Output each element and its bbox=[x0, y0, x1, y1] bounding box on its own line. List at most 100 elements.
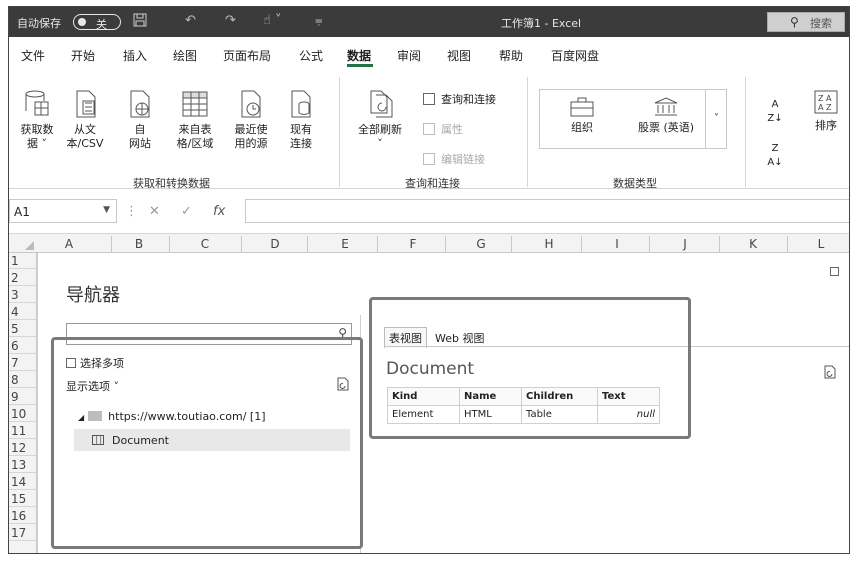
from-text-csv-button[interactable]: 从文 本/CSV bbox=[65, 89, 105, 151]
formula-input[interactable] bbox=[245, 199, 849, 223]
from-table-range-button[interactable]: 来自表 格/区域 bbox=[173, 89, 217, 151]
select-all-button[interactable] bbox=[9, 234, 37, 253]
from-web-button[interactable]: 自 网站 bbox=[125, 89, 155, 151]
column-header[interactable]: B bbox=[129, 237, 149, 251]
more-dots-icon: ⋮ bbox=[125, 204, 138, 219]
from-text-line1: 从文 bbox=[74, 123, 96, 136]
column-header[interactable]: E bbox=[335, 237, 355, 251]
undo-icon[interactable]: ↶ bbox=[185, 13, 196, 28]
edit-links-button[interactable]: 编辑链接 bbox=[423, 151, 485, 167]
row-header[interactable]: 9 bbox=[9, 389, 37, 405]
row-header[interactable]: 2 bbox=[9, 270, 37, 286]
tab-view[interactable]: 视图 bbox=[447, 47, 471, 64]
stocks-datatype-button[interactable]: 股票 (英语) bbox=[631, 97, 701, 135]
tab-data[interactable]: 数据 bbox=[347, 47, 371, 64]
cancel-icon[interactable]: ✕ bbox=[149, 204, 160, 219]
column-header[interactable]: F bbox=[403, 237, 423, 251]
row-header[interactable]: 13 bbox=[9, 457, 37, 473]
title-bar: 自动保存 关 ↶ ↷ ☝ ˅ ⩦ 工作簿1 - Excel ⚲ 搜索 bbox=[9, 7, 849, 37]
row-header[interactable]: 11 bbox=[9, 423, 37, 439]
organization-datatype-button[interactable]: 组织 bbox=[557, 97, 607, 135]
save-icon[interactable] bbox=[133, 13, 147, 31]
sort-dialog-icon: Z AA Z bbox=[814, 90, 838, 114]
briefcase-icon bbox=[570, 97, 594, 117]
tab-home[interactable]: 开始 bbox=[71, 47, 95, 64]
column-divider bbox=[377, 236, 378, 252]
row-header[interactable]: 14 bbox=[9, 474, 37, 490]
search-box[interactable]: ⚲ 搜索 bbox=[767, 12, 845, 32]
autosave-toggle[interactable]: 关 bbox=[73, 14, 121, 31]
row-header[interactable]: 10 bbox=[9, 406, 37, 422]
row-header[interactable]: 8 bbox=[9, 372, 37, 388]
column-header[interactable]: A bbox=[59, 237, 79, 251]
tab-insert[interactable]: 插入 bbox=[123, 47, 147, 64]
refresh-all-label: 全部刷新 bbox=[358, 123, 402, 136]
queries-connections-button[interactable]: 查询和连接 bbox=[423, 91, 496, 107]
enter-check-icon[interactable]: ✓ bbox=[181, 204, 192, 219]
group-label-data-types: 数据类型 bbox=[613, 177, 657, 190]
column-divider bbox=[307, 236, 308, 252]
column-divider bbox=[719, 236, 720, 252]
existing-connections-button[interactable]: 现有 连接 bbox=[285, 89, 317, 151]
get-data-button[interactable]: 获取数 据 ˅ bbox=[17, 89, 57, 151]
column-headers: A B C D E F G H I J K L bbox=[9, 233, 849, 253]
tab-formulas[interactable]: 公式 bbox=[299, 47, 323, 64]
column-divider bbox=[787, 236, 788, 252]
sort-descending-button[interactable]: Z A↓ bbox=[765, 141, 785, 169]
stocks-label: 股票 (英语) bbox=[637, 121, 695, 134]
properties-label: 属性 bbox=[441, 123, 463, 136]
search-icon: ⚲ bbox=[790, 15, 799, 29]
row-header[interactable]: 5 bbox=[9, 321, 37, 337]
column-header[interactable]: J bbox=[675, 237, 695, 251]
row-header[interactable]: 4 bbox=[9, 304, 37, 320]
refresh-icon[interactable] bbox=[823, 365, 837, 382]
name-box[interactable]: A1 ▼ bbox=[9, 199, 117, 223]
row-header[interactable]: 15 bbox=[9, 491, 37, 507]
column-header[interactable]: G bbox=[471, 237, 491, 251]
column-header[interactable]: H bbox=[539, 237, 559, 251]
row-header[interactable]: 12 bbox=[9, 440, 37, 456]
column-divider bbox=[649, 236, 650, 252]
properties-button[interactable]: 属性 bbox=[423, 121, 463, 137]
column-header[interactable]: I bbox=[607, 237, 627, 251]
tab-file[interactable]: 文件 bbox=[21, 47, 45, 64]
column-header[interactable]: C bbox=[195, 237, 215, 251]
sort-button[interactable]: Z AA Z 排序 bbox=[809, 89, 843, 133]
search-placeholder: 搜索 bbox=[810, 17, 832, 30]
customize-toolbar-icon[interactable]: ⩦ bbox=[315, 13, 323, 28]
redo-icon[interactable]: ↷ bbox=[225, 13, 236, 28]
existing-connections-line1: 现有 bbox=[290, 123, 312, 136]
tab-help[interactable]: 帮助 bbox=[499, 47, 523, 64]
tab-review[interactable]: 审阅 bbox=[397, 47, 421, 64]
insert-function-icon[interactable]: fx bbox=[213, 204, 225, 219]
data-types-more-button[interactable]: ˅ bbox=[705, 89, 727, 149]
row-header[interactable]: 6 bbox=[9, 338, 37, 354]
row-header[interactable]: 3 bbox=[9, 287, 37, 303]
excel-window: 自动保存 关 ↶ ↷ ☝ ˅ ⩦ 工作簿1 - Excel ⚲ 搜索 文件 开始… bbox=[8, 6, 850, 554]
ribbon-separator bbox=[527, 77, 528, 187]
ribbon-separator bbox=[339, 77, 340, 187]
recent-sources-button[interactable]: 最近使 用的源 bbox=[229, 89, 273, 151]
refresh-all-icon bbox=[370, 90, 393, 118]
column-header[interactable]: D bbox=[265, 237, 285, 251]
sort-az-icon: A Z↓ bbox=[767, 99, 783, 124]
queries-pane-icon bbox=[423, 93, 435, 105]
row-header[interactable]: 17 bbox=[9, 525, 37, 541]
row-header[interactable]: 16 bbox=[9, 508, 37, 524]
tab-baidu-netdisk[interactable]: 百度网盘 bbox=[551, 47, 599, 64]
column-divider bbox=[169, 236, 170, 252]
column-divider bbox=[111, 236, 112, 252]
formula-bar: A1 ▼ ⋮ ✕ ✓ fx bbox=[9, 197, 849, 225]
tab-draw[interactable]: 绘图 bbox=[173, 47, 197, 64]
row-header[interactable]: 7 bbox=[9, 355, 37, 371]
tab-page-layout[interactable]: 页面布局 bbox=[223, 47, 271, 64]
touch-mode-icon[interactable]: ☝ ˅ bbox=[263, 13, 282, 28]
refresh-all-button[interactable]: 全部刷新 ˅ bbox=[353, 89, 407, 151]
column-divider bbox=[511, 236, 512, 252]
maximize-icon[interactable] bbox=[830, 267, 839, 276]
column-header[interactable]: L bbox=[811, 237, 831, 251]
chevron-down-icon: ▼ bbox=[103, 205, 110, 215]
row-header[interactable]: 1 bbox=[9, 253, 37, 269]
column-header[interactable]: K bbox=[743, 237, 763, 251]
sort-ascending-button[interactable]: A Z↓ bbox=[765, 97, 785, 125]
